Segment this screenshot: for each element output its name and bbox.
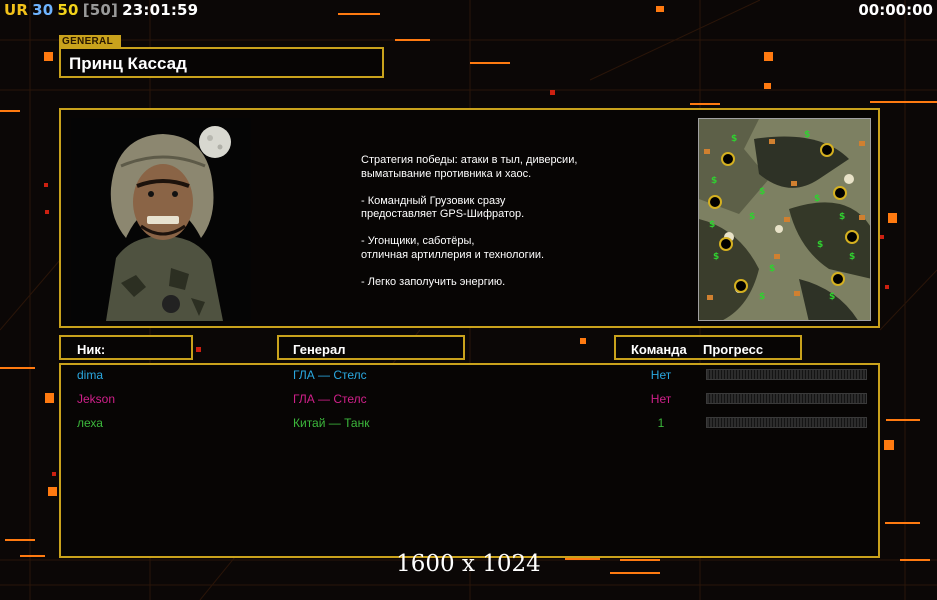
clock: 23:01:59 (122, 1, 199, 19)
svg-text:$: $ (814, 194, 820, 204)
svg-text:$: $ (709, 220, 715, 230)
svg-text:$: $ (713, 252, 719, 262)
svg-text:$: $ (731, 134, 737, 144)
general-name: Принц Кассад (69, 54, 187, 73)
player-nick: dima (77, 368, 104, 382)
player-team: Нет (650, 368, 672, 382)
resolution-label: 1600 x 1024 (396, 551, 541, 577)
general-title-box: Принц Кассад (59, 47, 384, 78)
status-bar: UR 30 50 [50] 23:01:59 (4, 1, 202, 19)
player-general: Китай — Танк (293, 416, 370, 430)
game-timer: 00:00:00 (858, 1, 933, 19)
status-prefix: UR (4, 1, 29, 19)
header-team-label: Команда (631, 342, 687, 357)
svg-text:$: $ (759, 292, 765, 302)
player-general: ГЛА — Стелс (293, 392, 367, 406)
header-team-progress: Команда Прогресс (614, 335, 802, 360)
general-info-panel: Стратегия победы: атаки в тыл, диверсии,… (59, 108, 880, 328)
soldier-portrait-icon (71, 118, 251, 321)
player-row[interactable]: Jekson ГЛА — Стелс Нет (61, 390, 878, 410)
status-value-c: [50] (82, 1, 119, 19)
svg-text:$: $ (839, 212, 845, 222)
players-panel: dima ГЛА — Стелс Нет Jekson ГЛА — Стелс … (59, 363, 880, 558)
header-general-label: Генерал (293, 342, 346, 357)
header-nick: Ник: (59, 335, 193, 360)
svg-text:$: $ (749, 212, 755, 222)
header-progress-label: Прогресс (703, 342, 764, 357)
player-general: ГЛА — Стелс (293, 368, 367, 382)
player-row[interactable]: леха Китай — Танк 1 (61, 414, 878, 434)
svg-text:$: $ (759, 187, 765, 197)
player-nick: леха (77, 416, 103, 430)
header-nick-label: Ник: (77, 342, 106, 357)
player-row[interactable]: dima ГЛА — Стелс Нет (61, 366, 878, 386)
player-progress-bar (706, 393, 867, 404)
player-progress-bar (706, 417, 867, 428)
status-value-b: 50 (57, 1, 79, 19)
svg-text:$: $ (711, 176, 717, 186)
svg-text:$: $ (849, 252, 855, 262)
player-nick: Jekson (77, 392, 116, 406)
status-value-a: 30 (32, 1, 54, 19)
svg-text:$: $ (804, 130, 810, 140)
player-team: 1 (657, 416, 665, 430)
header-general: Генерал (277, 335, 465, 360)
svg-text:$: $ (817, 240, 823, 250)
svg-text:$: $ (769, 264, 775, 274)
player-progress-bar (706, 369, 867, 380)
minimap-icon[interactable]: $ $ $ $ $ $ $ $ $ $ $ $ $ $ (698, 118, 871, 321)
svg-text:$: $ (829, 292, 835, 302)
player-team: Нет (650, 392, 672, 406)
strategy-text: Стратегия победы: атаки в тыл, диверсии,… (361, 154, 578, 288)
